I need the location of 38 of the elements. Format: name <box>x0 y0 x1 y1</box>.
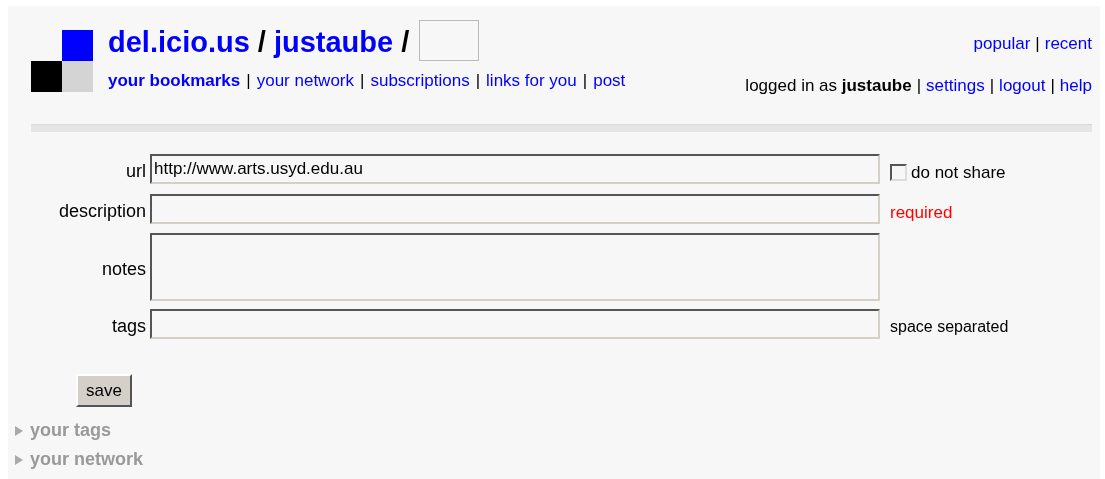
save-button[interactable]: save <box>76 374 132 407</box>
checkbox[interactable] <box>890 164 907 182</box>
field-label: tags <box>110 315 147 338</box>
nav-link[interactable]: your bookmarks <box>108 68 241 94</box>
separator: | <box>360 70 365 92</box>
separator: | <box>989 74 995 97</box>
field-label: notes <box>100 257 147 281</box>
separator: | <box>1035 33 1040 55</box>
separator: | <box>916 74 922 97</box>
input-field[interactable] <box>150 193 880 224</box>
input-field[interactable]: http://www.arts.usyd.edu.au <box>150 154 880 184</box>
required-note: required <box>890 201 953 224</box>
nav-link[interactable]: logout <box>999 72 1046 98</box>
separator: | <box>582 70 588 92</box>
tag-field[interactable] <box>419 19 480 61</box>
login-status: logged in as justaube <box>745 74 912 97</box>
nav-link[interactable]: your network <box>256 68 354 94</box>
nav-link[interactable]: help <box>1059 72 1092 98</box>
nav-link[interactable]: post <box>593 68 626 94</box>
separator: / <box>401 27 410 57</box>
checkbox-label: do not share <box>911 162 1006 184</box>
notes-field[interactable] <box>150 233 880 301</box>
nav-link[interactable]: settings <box>926 72 985 98</box>
nav-link[interactable]: recent <box>1044 31 1092 57</box>
nav-link[interactable]: subscriptions <box>370 68 470 94</box>
site-link[interactable]: justaube <box>273 27 394 57</box>
separator: | <box>246 70 251 92</box>
nav-link[interactable]: links for you <box>486 68 577 94</box>
site-link[interactable]: del.icio.us <box>108 27 250 57</box>
separator: / <box>257 27 266 57</box>
logo-icon <box>31 30 93 92</box>
nav-link[interactable]: popular <box>973 31 1031 57</box>
input-field[interactable] <box>150 309 880 339</box>
hint-text: space separated <box>890 317 1009 337</box>
separator: | <box>475 70 481 92</box>
field-label: url <box>125 160 147 183</box>
field-label: description <box>57 199 147 223</box>
separator: | <box>1050 74 1055 97</box>
